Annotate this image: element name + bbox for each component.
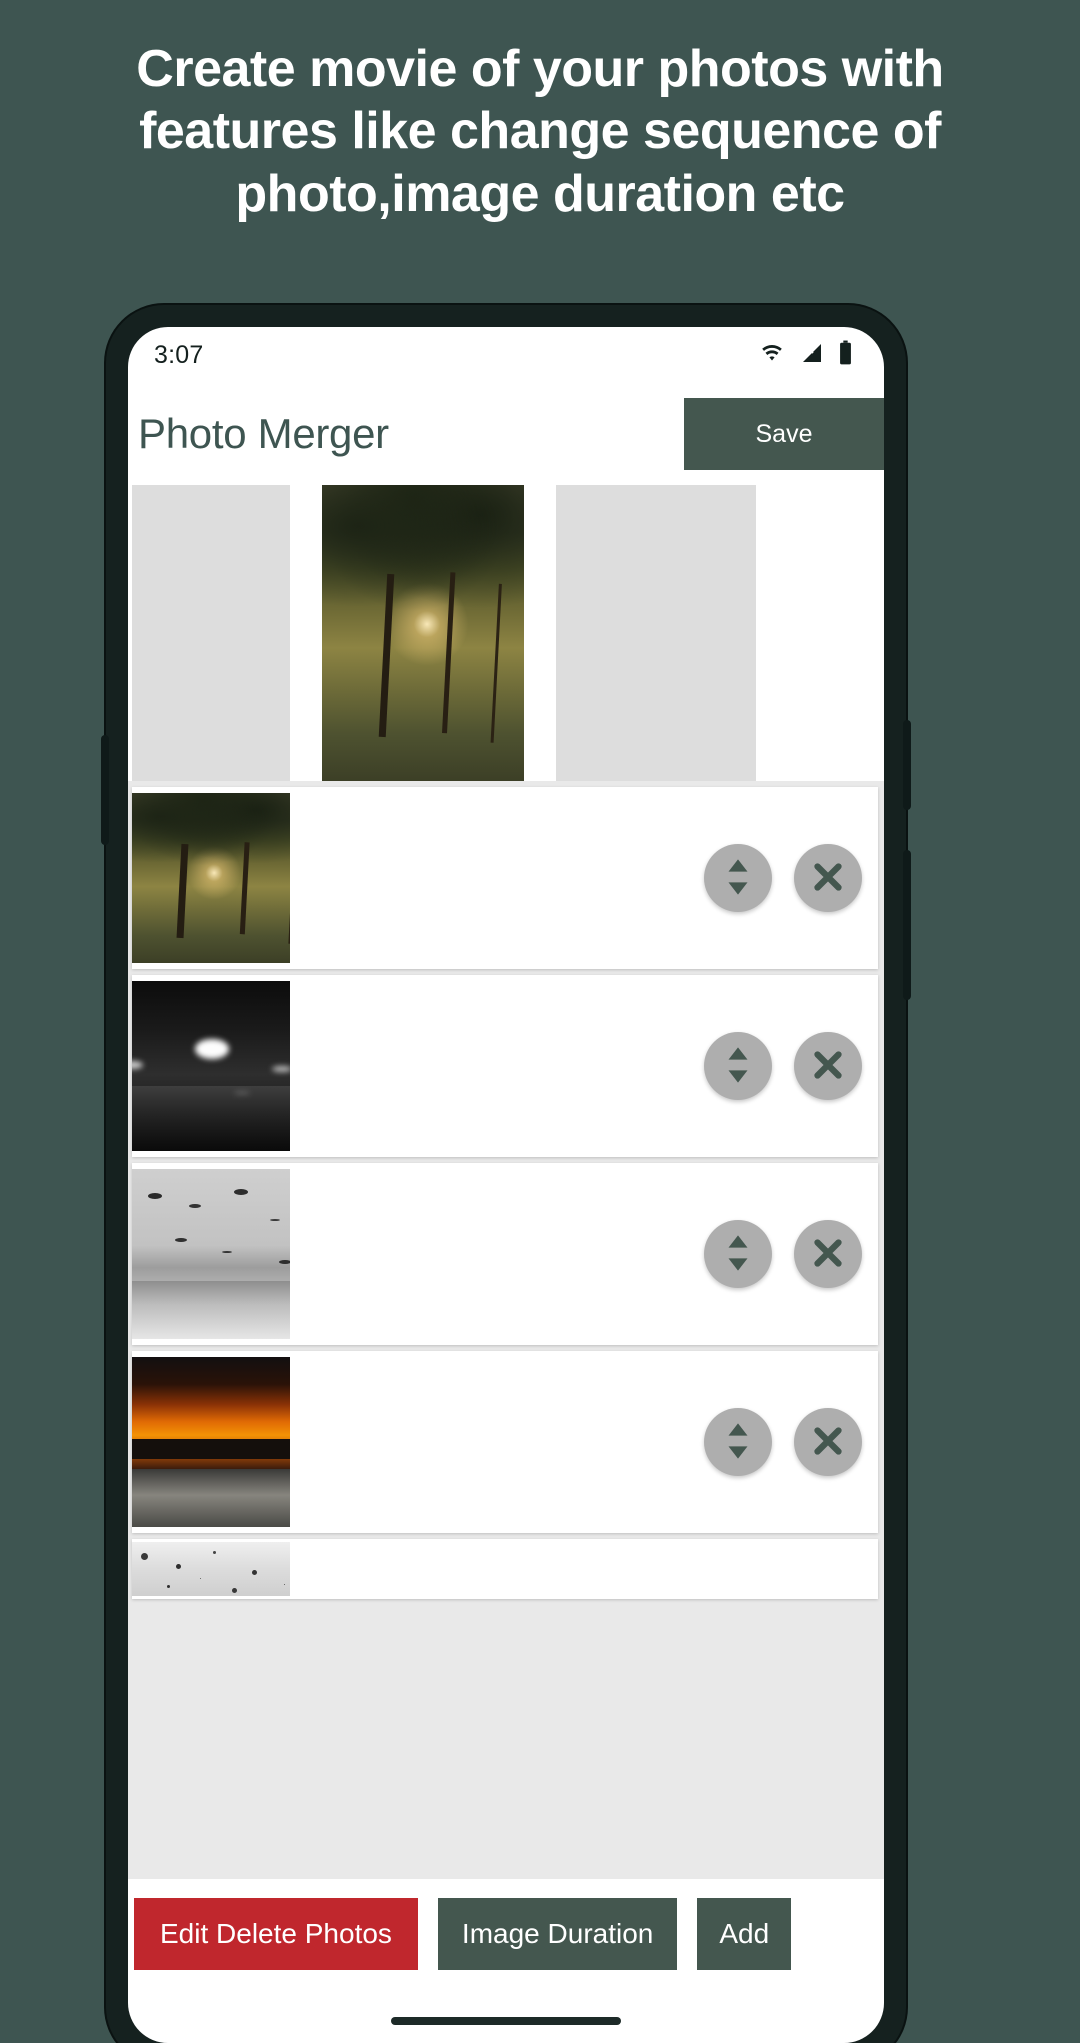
status-time: 3:07	[154, 340, 204, 369]
row-actions	[704, 1408, 878, 1476]
phone-volume-button	[903, 850, 911, 1000]
page-title: Create movie of your photos with feature…	[136, 40, 944, 223]
app-title: Photo Merger	[138, 410, 389, 457]
reorder-button[interactable]	[704, 1032, 772, 1100]
preview-photo-park-sunrise[interactable]	[322, 485, 524, 781]
reorder-button[interactable]	[704, 1220, 772, 1288]
row-actions	[704, 1032, 878, 1100]
table-row[interactable]	[132, 1163, 878, 1345]
phone-frame: 3:07 Photo Merger Save Edit Delete Photo…	[101, 305, 911, 2043]
wifi-icon	[757, 341, 787, 370]
screenshot-root: Create movie of your photos with feature…	[0, 0, 1080, 2043]
phone-screen: 3:07 Photo Merger Save Edit Delete Photo…	[128, 327, 884, 2043]
gesture-nav-bar[interactable]	[391, 2017, 621, 2025]
close-icon	[810, 1047, 846, 1086]
row-thumbnail[interactable]	[132, 981, 290, 1151]
photo-park-sunrise	[132, 793, 290, 963]
row-thumbnail[interactable]	[132, 1542, 290, 1596]
status-icons	[757, 340, 854, 371]
close-icon	[810, 1423, 846, 1462]
bottom-action-bar: Edit Delete Photos Image Duration Add	[128, 1879, 884, 1989]
app-bar: Photo Merger Save	[128, 383, 884, 485]
close-icon	[810, 859, 846, 898]
up-down-arrows-icon	[721, 1234, 755, 1275]
row-thumbnail[interactable]	[132, 1169, 290, 1339]
edit-delete-photos-button[interactable]: Edit Delete Photos	[134, 1898, 418, 1970]
save-button[interactable]: Save	[684, 398, 884, 470]
table-row[interactable]	[132, 787, 878, 969]
reorder-button[interactable]	[704, 1408, 772, 1476]
close-icon	[810, 1235, 846, 1274]
up-down-arrows-icon	[721, 1046, 755, 1087]
reorder-button[interactable]	[704, 844, 772, 912]
delete-button[interactable]	[794, 1408, 862, 1476]
add-button[interactable]: Add	[697, 1898, 792, 1970]
photo-park-sunrise	[322, 485, 524, 781]
row-actions	[704, 1220, 878, 1288]
status-bar: 3:07	[128, 327, 884, 383]
up-down-arrows-icon	[721, 1422, 755, 1463]
photo-night-market-bw	[132, 981, 290, 1151]
signal-off-icon	[798, 341, 826, 370]
delete-button[interactable]	[794, 844, 862, 912]
table-row[interactable]	[132, 975, 878, 1157]
battery-icon	[837, 340, 854, 371]
row-actions	[704, 844, 878, 912]
photo-sunset-rooftop	[132, 1357, 290, 1527]
row-thumbnail[interactable]	[132, 793, 290, 963]
photo-list[interactable]	[128, 781, 884, 1957]
photo-gravel-bw	[132, 1542, 290, 1596]
preview-carousel[interactable]	[128, 485, 884, 781]
table-row[interactable]	[132, 1351, 878, 1533]
preview-placeholder-right[interactable]	[556, 485, 756, 781]
image-duration-button[interactable]: Image Duration	[437, 1898, 678, 1970]
phone-left-button	[101, 735, 109, 845]
row-thumbnail[interactable]	[132, 1357, 290, 1527]
delete-button[interactable]	[794, 1032, 862, 1100]
photo-birds-bw	[132, 1169, 290, 1339]
up-down-arrows-icon	[721, 858, 755, 899]
delete-button[interactable]	[794, 1220, 862, 1288]
preview-placeholder-left[interactable]	[132, 485, 290, 781]
table-row[interactable]	[132, 1539, 878, 1599]
phone-power-button	[903, 720, 911, 810]
